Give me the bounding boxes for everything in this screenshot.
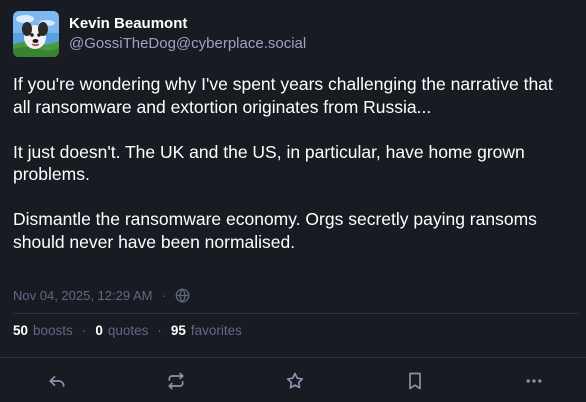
more-icon: [526, 379, 542, 383]
author-names: Kevin Beaumont @GossiTheDog@cyberplace.s…: [69, 11, 306, 57]
post-paragraph: If you're wondering why I've spent years…: [13, 74, 553, 117]
author-display-name[interactable]: Kevin Beaumont: [69, 14, 306, 34]
globe-icon: [175, 288, 190, 303]
post-header: Kevin Beaumont @GossiTheDog@cyberplace.s…: [13, 11, 306, 57]
post-paragraph: Dismantle the ransomware economy. Orgs s…: [13, 209, 537, 252]
favorites-stat[interactable]: 95 favorites: [171, 323, 242, 338]
quotes-stat[interactable]: 0 quotes: [95, 323, 148, 338]
action-bar: [0, 366, 586, 396]
post-paragraph: It just doesn't. The UK and the US, in p…: [13, 141, 525, 185]
stats-separator: ·: [157, 323, 162, 338]
boost-icon: [168, 372, 184, 390]
post-meta: Nov 04, 2025, 12:29 AM ·: [13, 288, 190, 303]
bookmark-button[interactable]: [404, 370, 426, 392]
dog-avatar-icon: [13, 11, 59, 57]
more-button[interactable]: [523, 370, 545, 392]
boosts-label: boosts: [33, 323, 73, 338]
favorites-count: 95: [170, 323, 186, 338]
post-stats: 50 boosts · 0 quotes · 95 favorites: [13, 323, 242, 338]
star-icon: [286, 372, 304, 389]
boost-button[interactable]: [165, 370, 187, 392]
quotes-count: 0: [95, 323, 103, 338]
favorite-button[interactable]: [284, 370, 306, 392]
avatar[interactable]: [13, 11, 59, 57]
divider: [0, 357, 586, 358]
boosts-count: 50: [13, 323, 29, 338]
quotes-label: quotes: [107, 323, 149, 338]
divider: [13, 313, 579, 314]
post-card: Kevin Beaumont @GossiTheDog@cyberplace.s…: [0, 0, 586, 402]
reply-icon: [49, 376, 65, 387]
author-handle[interactable]: @GossiTheDog@cyberplace.social: [69, 34, 306, 54]
post-content: If you're wondering why I've spent years…: [13, 73, 573, 253]
stats-separator: ·: [81, 323, 87, 338]
favorites-label: favorites: [190, 323, 242, 338]
post-timestamp[interactable]: Nov 04, 2025, 12:29 AM: [13, 288, 152, 303]
boosts-stat[interactable]: 50 boosts: [13, 323, 73, 338]
reply-button[interactable]: [46, 370, 68, 392]
bookmark-icon: [409, 372, 421, 390]
meta-separator: ·: [161, 288, 166, 303]
